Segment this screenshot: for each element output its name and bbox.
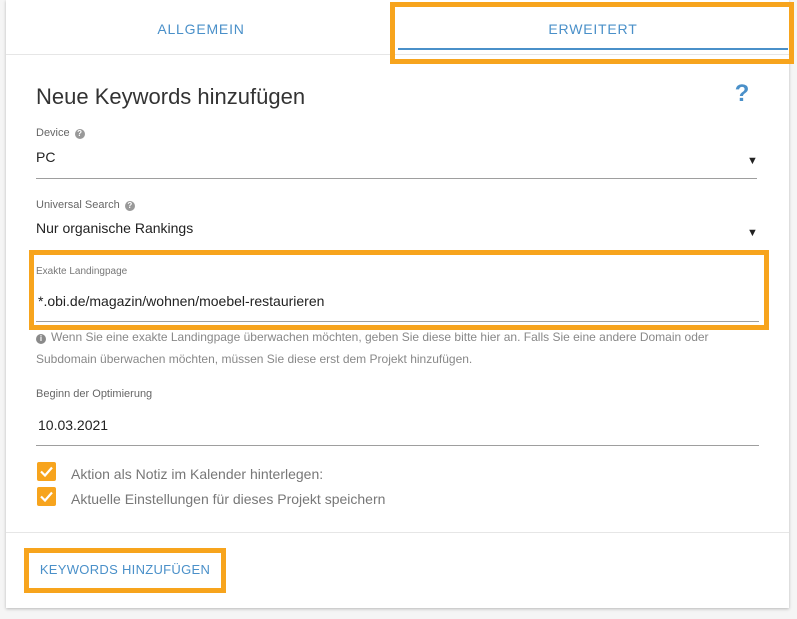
universal-search-label-text: Universal Search — [36, 199, 120, 211]
calendar-note-label: Aktion als Notiz im Kalender hinterlegen… — [71, 466, 324, 482]
universal-search-underline — [36, 250, 757, 251]
save-settings-checkbox[interactable] — [37, 487, 56, 506]
device-label-text: Device — [36, 127, 70, 139]
info-icon: i — [36, 334, 46, 344]
landing-page-hint: i Wenn Sie eine exakte Landingpage überwa… — [36, 326, 756, 370]
landing-page-hint-text: Wenn Sie eine exakte Landingpage überwac… — [36, 330, 709, 366]
question-icon[interactable]: ? — [74, 129, 85, 139]
active-tab-indicator — [398, 48, 788, 50]
footer-divider — [6, 532, 789, 533]
device-label: Device? — [36, 127, 85, 139]
save-settings-label: Aktuelle Einstellungen für dieses Projek… — [71, 491, 386, 507]
device-underline — [36, 178, 757, 179]
optimization-start-underline — [36, 445, 759, 446]
page-title: Neue Keywords hinzufügen — [36, 84, 306, 109]
landing-page-input[interactable]: *.obi.de/magazin/wohnen/moebel-restaurie… — [38, 293, 324, 309]
tab-erweitert[interactable]: ERWEITERT — [398, 0, 788, 54]
device-select[interactable]: PC — [36, 149, 55, 165]
question-icon[interactable]: ? — [124, 201, 135, 211]
help-icon[interactable]: ? — [730, 80, 754, 108]
add-keywords-button[interactable]: KEYWORDS HINZUFÜGEN — [32, 555, 218, 585]
optimization-start-input[interactable]: 10.03.2021 — [38, 417, 108, 433]
calendar-note-checkbox[interactable] — [37, 462, 56, 481]
dropdown-arrow-icon[interactable]: ▼ — [747, 227, 758, 239]
universal-search-select[interactable]: Nur organische Rankings — [36, 220, 193, 236]
optimization-start-label: Beginn der Optimierung — [36, 388, 153, 400]
tab-bar: ALLGEMEIN ERWEITERT — [6, 0, 789, 55]
landing-page-label: Exakte Landingpage — [36, 266, 128, 277]
checkmark-icon — [40, 491, 53, 503]
dropdown-arrow-icon[interactable]: ▼ — [747, 155, 758, 167]
checkmark-icon — [40, 466, 53, 478]
tab-allgemein[interactable]: ALLGEMEIN — [6, 0, 396, 54]
landing-page-underline — [36, 321, 759, 322]
add-keywords-card: ALLGEMEIN ERWEITERT Neue Keywords hinzuf… — [6, 0, 789, 608]
universal-search-label: Universal Search? — [36, 199, 135, 211]
